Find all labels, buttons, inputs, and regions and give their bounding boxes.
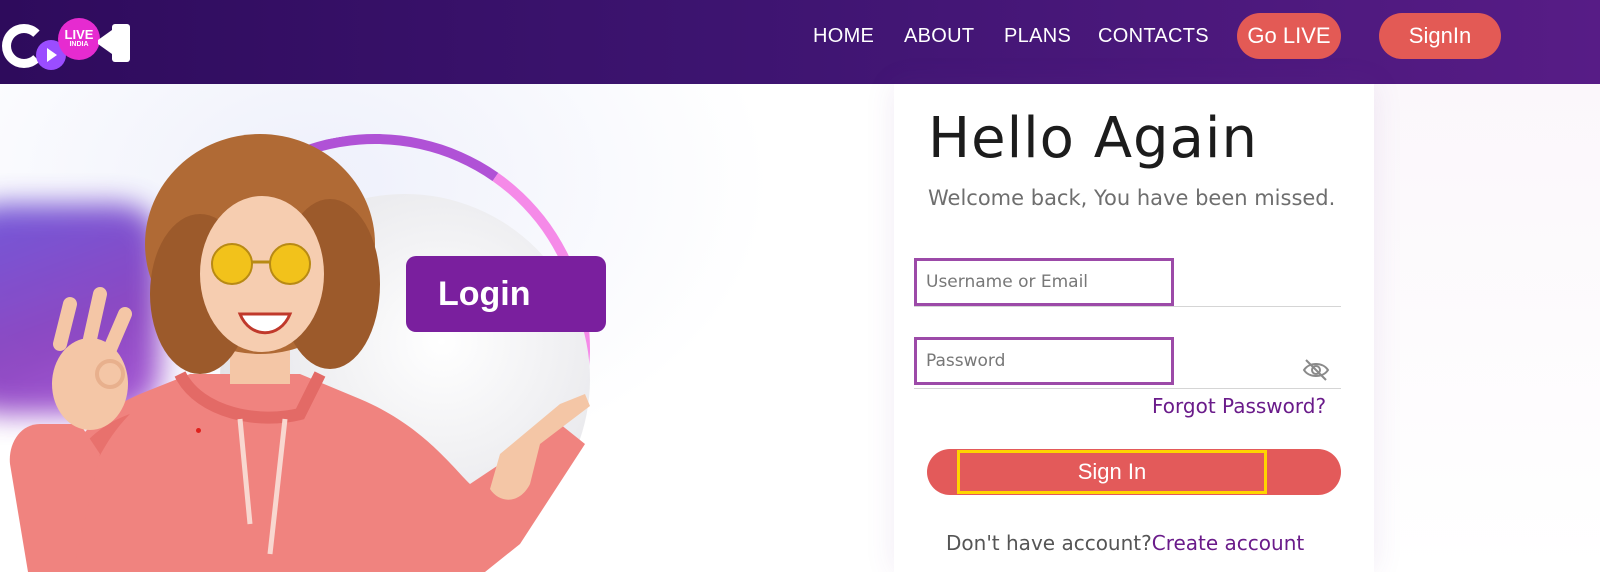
- header-signin-button[interactable]: SignIn: [1379, 13, 1501, 59]
- right-background: [1374, 84, 1600, 572]
- eye-off-icon[interactable]: [1302, 358, 1330, 382]
- nav-home[interactable]: HOME: [813, 22, 874, 50]
- username-underline: [914, 306, 1341, 307]
- red-dot: [196, 428, 201, 433]
- hero-illustration: Login: [0, 84, 900, 572]
- nav-plans[interactable]: PLANS: [1004, 22, 1071, 50]
- smiling-woman-image: [9, 134, 590, 572]
- camera-icon: [98, 20, 132, 64]
- password-underline: [914, 388, 1341, 389]
- forgot-password-link[interactable]: Forgot Password?: [1152, 394, 1326, 418]
- no-account-text: Don't have account?Create account: [946, 531, 1304, 555]
- username-input[interactable]: [914, 258, 1174, 306]
- login-badge: Login: [406, 256, 606, 332]
- signin-submit-button[interactable]: Sign In: [927, 449, 1341, 495]
- logo[interactable]: LIVE INDIA: [0, 12, 140, 72]
- nav-contacts[interactable]: CONTACTS: [1098, 22, 1209, 50]
- top-navbar: LIVE INDIA HOME ABOUT PLANS CONTACTS Go …: [0, 0, 1600, 84]
- logo-live-text: LIVE: [64, 27, 94, 42]
- create-account-link[interactable]: Create account: [1152, 531, 1305, 555]
- go-live-button[interactable]: Go LIVE: [1237, 13, 1341, 59]
- logo-india-text: INDIA: [69, 41, 89, 48]
- login-subtitle: Welcome back, You have been missed.: [928, 186, 1336, 210]
- no-account-label: Don't have account?: [946, 531, 1152, 555]
- signin-submit-label: Sign In: [957, 450, 1267, 494]
- login-title: Hello Again: [928, 106, 1258, 171]
- password-input[interactable]: [914, 337, 1174, 385]
- nav-about[interactable]: ABOUT: [904, 22, 974, 50]
- login-card: Hello Again Welcome back, You have been …: [894, 84, 1374, 572]
- logo-live-badge: LIVE INDIA: [58, 18, 100, 60]
